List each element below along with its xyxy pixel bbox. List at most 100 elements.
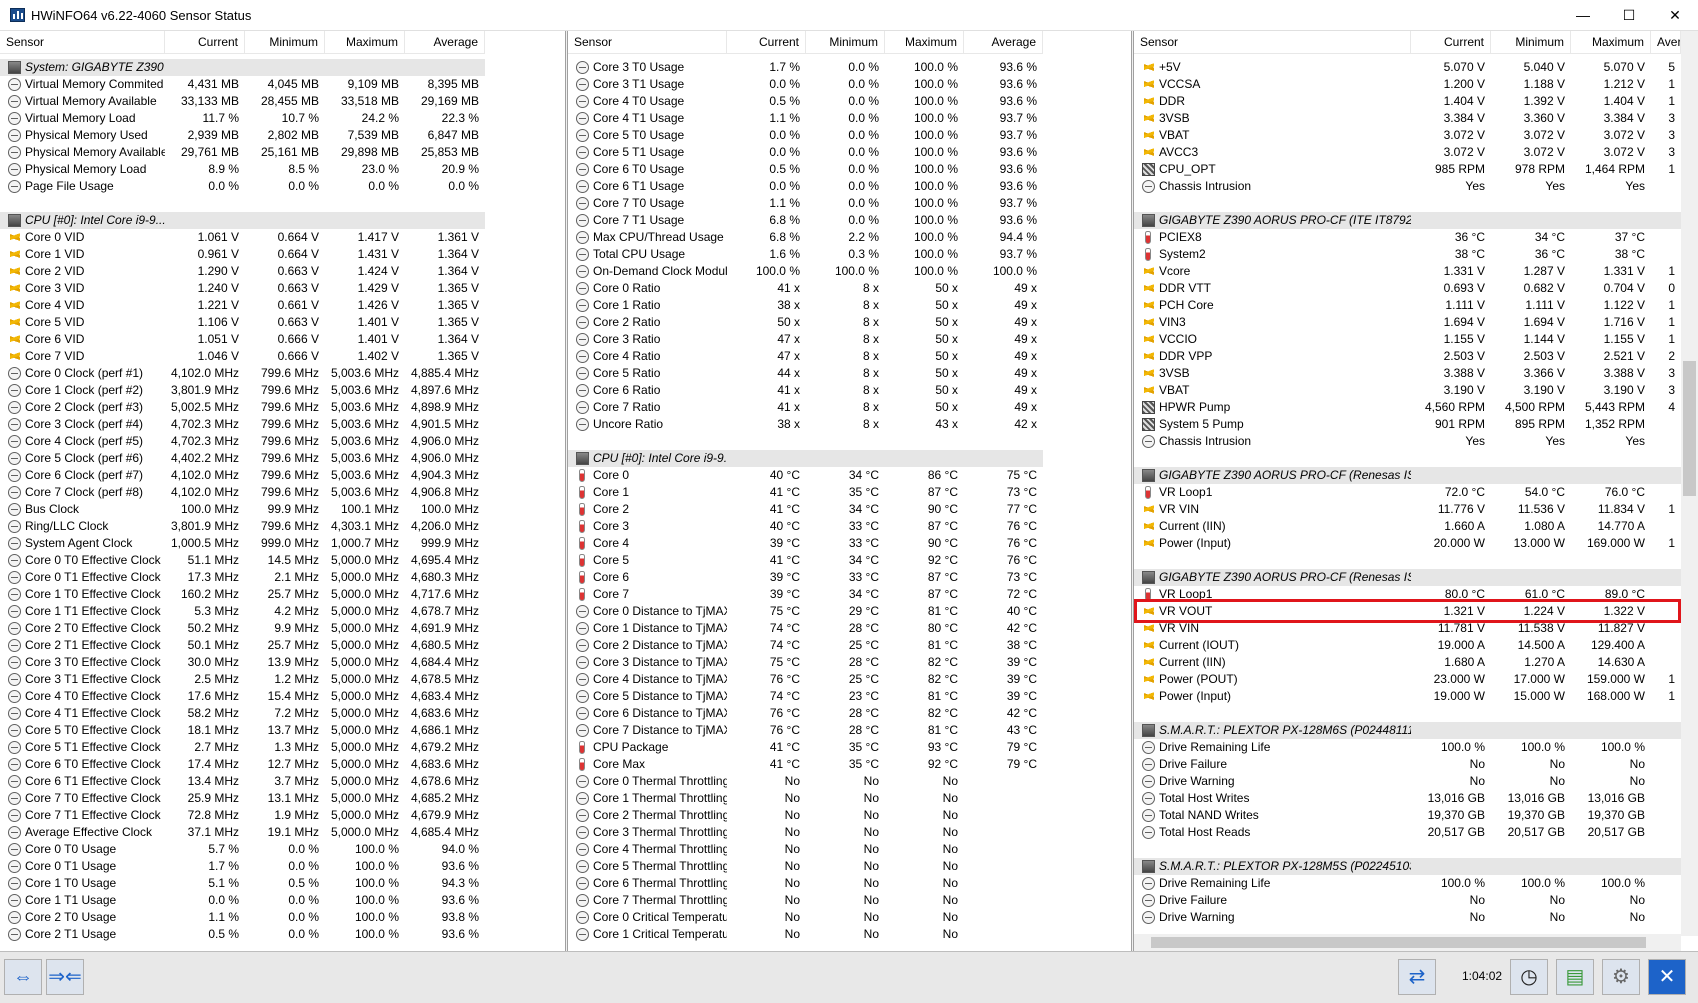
sensor-row[interactable]: Core 5 Distance to TjMAX 74 °C 23 °C 81 °C 3… — [568, 688, 1043, 705]
sensor-row[interactable]: Core 3 Thermal Throttling No No No — [568, 824, 1043, 841]
sensor-row[interactable]: Core 2 41 °C 34 °C 90 °C 77 °C — [568, 501, 1043, 518]
sensor-row[interactable]: Current (IIN) 1.660 A 1.080 A 14.770 A — [1134, 518, 1681, 535]
sensor-row[interactable]: Drive Warning No No No — [1134, 909, 1681, 926]
sensor-row[interactable]: Core 5 VID 1.106 V 0.663 V 1.401 V 1.365 V — [0, 314, 485, 331]
sensor-row[interactable]: Core 0 T0 Usage 5.7 % 0.0 % 100.0 % 94.0 % — [0, 841, 485, 858]
sensor-row[interactable]: Core 5 Clock (perf #6) 4,402.2 MHz 799.6 M… — [0, 450, 485, 467]
sensor-row[interactable]: 3VSB 3.384 V 3.360 V 3.384 V 3 — [1134, 110, 1681, 127]
column-header-maximum[interactable]: Maximum — [325, 31, 405, 54]
column-header-average[interactable]: Average — [964, 31, 1043, 54]
sensor-row[interactable]: Core 0 T1 Effective Clock 17.3 MHz 2.1 MHz… — [0, 569, 485, 586]
sensor-row[interactable]: Core 4 T0 Effective Clock 17.6 MHz 15.4 MH… — [0, 688, 485, 705]
sensor-row[interactable]: Core 1 T1 Usage 0.0 % 0.0 % 100.0 % 93.6 % — [0, 892, 485, 909]
expand-arrows-icon[interactable]: ⇔ — [4, 959, 42, 995]
sensor-row[interactable]: Core 0 Clock (perf #1) 4,102.0 MHz 799.6 M… — [0, 365, 485, 382]
sensor-group-header[interactable]: S.M.A.R.T.: PLEXTOR PX-128M5S (P02245103… — [1134, 858, 1681, 875]
sensor-row[interactable]: Power (Input) 20.000 W 13.000 W 169.000 W 1 — [1134, 535, 1681, 552]
sensor-row[interactable]: Core 4 VID 1.221 V 0.661 V 1.426 V 1.365 V — [0, 297, 485, 314]
sensor-row[interactable]: Core 2 VID 1.290 V 0.663 V 1.424 V 1.364 V — [0, 263, 485, 280]
sensor-row[interactable]: Core 3 T0 Effective Clock 30.0 MHz 13.9 MH… — [0, 654, 485, 671]
column-header-maximum[interactable]: Maximum — [1571, 31, 1651, 54]
maximize-button[interactable]: ☐ — [1606, 0, 1652, 31]
sensor-row[interactable]: VR Loop1 72.0 °C 54.0 °C 76.0 °C — [1134, 484, 1681, 501]
column-header-maximum[interactable]: Maximum — [885, 31, 964, 54]
sensor-row[interactable]: Core 1 Ratio 38 x 8 x 50 x 49 x — [568, 297, 1043, 314]
column-header-minimum[interactable]: Minimum — [1491, 31, 1571, 54]
collapse-arrows-icon[interactable]: ⇒⇐ — [46, 959, 84, 995]
sensor-panel-2[interactable]: Sensor Current Minimum Maximum Average Core 3… — [568, 31, 1131, 951]
sensor-group-header[interactable]: CPU [#0]: Intel Core i9-9... — [568, 450, 1043, 467]
sensor-row[interactable]: Core 1 T1 Effective Clock 5.3 MHz 4.2 MHz 5… — [0, 603, 485, 620]
column-header-average[interactable]: Average — [1651, 31, 1681, 54]
sensor-row[interactable]: Core 3 Distance to TjMAX 75 °C 28 °C 82 °C 3… — [568, 654, 1043, 671]
network-icon[interactable]: ⇄ — [1398, 959, 1436, 995]
sensor-row[interactable]: VR VIN 11.776 V 11.536 V 11.834 V 1 — [1134, 501, 1681, 518]
sensor-row[interactable]: Physical Memory Available 29,761 MB 25,161… — [0, 144, 485, 161]
sensor-row[interactable]: Virtual Memory Available 33,133 MB 28,455 … — [0, 93, 485, 110]
sensor-row[interactable]: Core 2 Distance to TjMAX 74 °C 25 °C 81 °C 3… — [568, 637, 1043, 654]
sensor-row[interactable]: Core 2 Thermal Throttling No No No — [568, 807, 1043, 824]
sensor-group-header[interactable]: System: GIGABYTE Z390 ... — [0, 59, 485, 76]
sensor-row[interactable]: CPU Package 41 °C 35 °C 93 °C 79 °C — [568, 739, 1043, 756]
column-header-average[interactable]: Average — [405, 31, 485, 54]
sensor-row[interactable]: Core 0 Thermal Throttling No No No — [568, 773, 1043, 790]
sensor-row[interactable]: Core 6 T1 Effective Clock 13.4 MHz 3.7 MHz… — [0, 773, 485, 790]
sensor-row[interactable]: Current (IOUT) 19.000 A 14.500 A 129.400 A — [1134, 637, 1681, 654]
sensor-row[interactable]: Core 5 41 °C 34 °C 92 °C 76 °C — [568, 552, 1043, 569]
sensor-row[interactable]: Core 6 39 °C 33 °C 87 °C 73 °C — [568, 569, 1043, 586]
sensor-row[interactable]: Core 6 Ratio 41 x 8 x 50 x 49 x — [568, 382, 1043, 399]
sensor-row[interactable]: Average Effective Clock 37.1 MHz 19.1 MHz 5… — [0, 824, 485, 841]
sensor-row[interactable]: Total Host Writes 13,016 GB 13,016 GB 13,01… — [1134, 790, 1681, 807]
sensor-row[interactable]: Core 2 Clock (perf #3) 5,002.5 MHz 799.6 M… — [0, 399, 485, 416]
sensor-row[interactable]: VBAT 3.190 V 3.190 V 3.190 V 3 — [1134, 382, 1681, 399]
sensor-row[interactable]: Core 4 T1 Effective Clock 58.2 MHz 7.2 MHz… — [0, 705, 485, 722]
sensor-row[interactable]: Core 7 Clock (perf #8) 4,102.0 MHz 799.6 M… — [0, 484, 485, 501]
report-icon[interactable]: ▤ — [1556, 959, 1594, 995]
sensor-row[interactable]: Total CPU Usage 1.6 % 0.3 % 100.0 % 93.7 % — [568, 246, 1043, 263]
sensor-row[interactable]: Core 3 T0 Usage 1.7 % 0.0 % 100.0 % 93.6 % — [568, 59, 1043, 76]
sensor-row[interactable]: VR VIN 11.781 V 11.538 V 11.827 V — [1134, 620, 1681, 637]
sensor-row[interactable]: VIN3 1.694 V 1.694 V 1.716 V 1 — [1134, 314, 1681, 331]
sensor-row[interactable]: Core 5 T1 Effective Clock 2.7 MHz 1.3 MHz 5… — [0, 739, 485, 756]
sensor-row[interactable]: System2 38 °C 36 °C 38 °C — [1134, 246, 1681, 263]
sensor-row[interactable]: Core 4 Clock (perf #5) 4,702.3 MHz 799.6 M… — [0, 433, 485, 450]
sensor-row[interactable]: Core 0 40 °C 34 °C 86 °C 75 °C — [568, 467, 1043, 484]
sensor-row[interactable]: DDR VPP 2.503 V 2.503 V 2.521 V 2 — [1134, 348, 1681, 365]
settings-gear-icon[interactable]: ⚙ — [1602, 959, 1640, 995]
sensor-row[interactable]: VCCSA 1.200 V 1.188 V 1.212 V 1 — [1134, 76, 1681, 93]
sensor-row[interactable]: Core Max 41 °C 35 °C 92 °C 79 °C — [568, 756, 1043, 773]
sensor-row[interactable]: Uncore Ratio 38 x 8 x 43 x 42 x — [568, 416, 1043, 433]
sensor-row[interactable]: Current (IIN) 1.680 A 1.270 A 14.630 A — [1134, 654, 1681, 671]
sensor-row[interactable]: Core 1 41 °C 35 °C 87 °C 73 °C — [568, 484, 1043, 501]
column-header-sensor[interactable]: Sensor — [568, 31, 727, 54]
column-header-sensor[interactable]: Sensor — [0, 31, 165, 54]
sensor-row[interactable]: DDR 1.404 V 1.392 V 1.404 V 1 — [1134, 93, 1681, 110]
minimize-button[interactable]: — — [1560, 0, 1606, 31]
sensor-row[interactable]: Core 1 Critical Temperature No No No — [568, 926, 1043, 943]
sensor-row[interactable]: Core 0 T0 Effective Clock 51.1 MHz 14.5 MH… — [0, 552, 485, 569]
sensor-row[interactable]: Drive Remaining Life 100.0 % 100.0 % 100.0 … — [1134, 739, 1681, 756]
sensor-row[interactable]: Core 3 T1 Usage 0.0 % 0.0 % 100.0 % 93.6 % — [568, 76, 1043, 93]
sensor-row[interactable]: Core 3 Clock (perf #4) 4,702.3 MHz 799.6 M… — [0, 416, 485, 433]
sensor-row[interactable]: Core 5 Thermal Throttling No No No — [568, 858, 1043, 875]
sensor-row[interactable]: DDR VTT 0.693 V 0.682 V 0.704 V 0 — [1134, 280, 1681, 297]
sensor-row[interactable]: Virtual Memory Commited 4,431 MB 4,045 MB 9… — [0, 76, 485, 93]
column-header-sensor[interactable]: Sensor — [1134, 31, 1411, 54]
sensor-row[interactable]: Core 6 Thermal Throttling No No No — [568, 875, 1043, 892]
sensor-row[interactable]: Drive Remaining Life 100.0 % 100.0 % 100.0 … — [1134, 875, 1681, 892]
sensor-row[interactable]: Core 7 T0 Usage 1.1 % 0.0 % 100.0 % 93.7 % — [568, 195, 1043, 212]
sensor-row[interactable]: Core 7 T0 Effective Clock 25.9 MHz 13.1 MH… — [0, 790, 485, 807]
sensor-row[interactable]: Chassis Intrusion Yes Yes Yes — [1134, 178, 1681, 195]
sensor-row[interactable]: Core 3 Ratio 47 x 8 x 50 x 49 x — [568, 331, 1043, 348]
sensor-row[interactable]: System 5 Pump 901 RPM 895 RPM 1,352 RPM — [1134, 416, 1681, 433]
sensor-row[interactable]: Core 4 Ratio 47 x 8 x 50 x 49 x — [568, 348, 1043, 365]
sensor-row[interactable]: Core 2 T1 Usage 0.5 % 0.0 % 100.0 % 93.6 % — [0, 926, 485, 943]
sensor-row[interactable]: VCCIO 1.155 V 1.144 V 1.155 V 1 — [1134, 331, 1681, 348]
sensor-row[interactable]: Core 3 VID 1.240 V 0.663 V 1.429 V 1.365 V — [0, 280, 485, 297]
sensor-row[interactable]: CPU_OPT 985 RPM 978 RPM 1,464 RPM 1 — [1134, 161, 1681, 178]
scrollbar-thumb[interactable] — [1151, 937, 1646, 948]
sensor-row[interactable]: Core 4 Distance to TjMAX 76 °C 25 °C 82 °C 3… — [568, 671, 1043, 688]
sensor-row[interactable]: Power (POUT) 23.000 W 17.000 W 159.000 W 1 — [1134, 671, 1681, 688]
sensor-group-header[interactable]: GIGABYTE Z390 AORUS PRO-CF (ITE IT8792E) — [1134, 212, 1681, 229]
column-header-current[interactable]: Current — [165, 31, 245, 54]
